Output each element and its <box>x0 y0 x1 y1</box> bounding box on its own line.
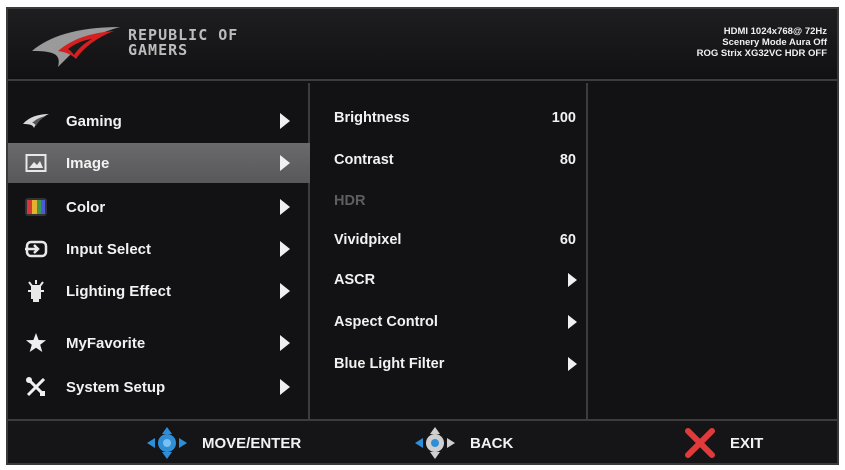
submenu-item-value: 80 <box>559 152 576 168</box>
chevron-right-icon <box>280 155 290 171</box>
submenu-item-brightness[interactable]: Brightness 100 <box>312 103 588 133</box>
submenu-item-label: ASCR <box>334 272 376 288</box>
move-enter-label: MOVE/ENTER <box>202 434 302 452</box>
submenu-item-label: HDR <box>334 193 366 209</box>
submenu-item-label: Contrast <box>334 152 394 168</box>
submenu-item-aspect-control[interactable]: Aspect Control <box>312 307 588 337</box>
image-icon <box>22 151 50 175</box>
chevron-right-icon <box>280 199 290 215</box>
status-line-2: Scenery Mode Aura Off <box>722 37 827 48</box>
menu-item-gaming[interactable]: Gaming <box>8 101 310 141</box>
status-info: HDMI 1024x768@ 72Hz Scenery Mode Aura Of… <box>567 26 827 59</box>
detail-panel <box>590 83 837 419</box>
exit-label: EXIT <box>730 434 764 452</box>
submenu-item-value: 100 <box>551 110 576 126</box>
chevron-right-icon <box>280 241 290 257</box>
move-enter-joystick-icon <box>147 427 187 459</box>
chevron-right-icon <box>280 335 290 351</box>
menu-item-system-setup[interactable]: System Setup <box>8 367 310 407</box>
osd-header: REPUBLIC OF GAMERS HDMI 1024x768@ 72Hz S… <box>8 9 837 81</box>
color-palette-icon <box>22 195 50 219</box>
image-submenu: Brightness 100 Contrast 80 HDR Vividpixe… <box>312 83 588 419</box>
back-label: BACK <box>470 434 514 452</box>
menu-item-label: Image <box>66 154 110 172</box>
star-icon <box>22 331 50 355</box>
back-hint[interactable]: BACK <box>414 421 513 465</box>
exit-x-icon <box>685 428 715 458</box>
submenu-item-value: 60 <box>559 232 576 248</box>
menu-item-label: System Setup <box>66 378 166 396</box>
menu-item-color[interactable]: Color <box>8 187 310 227</box>
submenu-item-hdr: HDR <box>312 186 588 216</box>
brand-line-2: GAMERS <box>128 41 189 59</box>
brand-name: REPUBLIC OF GAMERS <box>128 28 288 58</box>
tools-icon <box>22 375 50 399</box>
submenu-item-vividpixel[interactable]: Vividpixel 60 <box>312 225 588 255</box>
move-enter-hint[interactable]: MOVE/ENTER <box>146 421 301 465</box>
menu-item-label: Gaming <box>66 112 122 130</box>
submenu-item-label: Brightness <box>334 110 410 126</box>
menu-item-label: MyFavorite <box>66 334 146 352</box>
submenu-item-ascr[interactable]: ASCR <box>312 265 588 295</box>
menu-item-input-select[interactable]: Input Select <box>8 229 310 269</box>
submenu-item-blue-light-filter[interactable]: Blue Light Filter <box>312 349 588 379</box>
submenu-item-label: Vividpixel <box>334 232 402 248</box>
rog-eye-icon <box>22 109 50 133</box>
chevron-right-icon <box>568 357 577 371</box>
lighting-effect-icon <box>22 279 50 303</box>
menu-item-label: Input Select <box>66 240 152 258</box>
submenu-item-contrast[interactable]: Contrast 80 <box>312 145 588 175</box>
menu-item-label: Color <box>66 198 106 216</box>
footer-hints: MOVE/ENTER BACK EXIT <box>8 419 837 463</box>
chevron-right-icon <box>280 283 290 299</box>
back-joystick-icon <box>415 427 455 459</box>
status-line-1: HDMI 1024x768@ 72Hz <box>723 26 827 37</box>
menu-item-label: Lighting Effect <box>66 282 171 300</box>
exit-hint[interactable]: EXIT <box>684 421 763 465</box>
osd-window: REPUBLIC OF GAMERS HDMI 1024x768@ 72Hz S… <box>6 7 839 465</box>
menu-item-image[interactable]: Image <box>8 143 310 183</box>
submenu-item-label: Blue Light Filter <box>334 356 445 372</box>
input-select-icon <box>22 237 50 261</box>
rog-logo-icon <box>32 27 120 67</box>
chevron-right-icon <box>280 379 290 395</box>
chevron-right-icon <box>280 113 290 129</box>
chevron-right-icon <box>568 315 577 329</box>
main-menu: Gaming Image Color Input Select Lighting… <box>8 83 310 419</box>
status-line-3: ROG Strix XG32VC HDR OFF <box>696 48 827 59</box>
submenu-item-label: Aspect Control <box>334 314 438 330</box>
chevron-right-icon <box>568 273 577 287</box>
menu-item-myfavorite[interactable]: MyFavorite <box>8 323 310 363</box>
menu-item-lighting-effect[interactable]: Lighting Effect <box>8 271 310 311</box>
